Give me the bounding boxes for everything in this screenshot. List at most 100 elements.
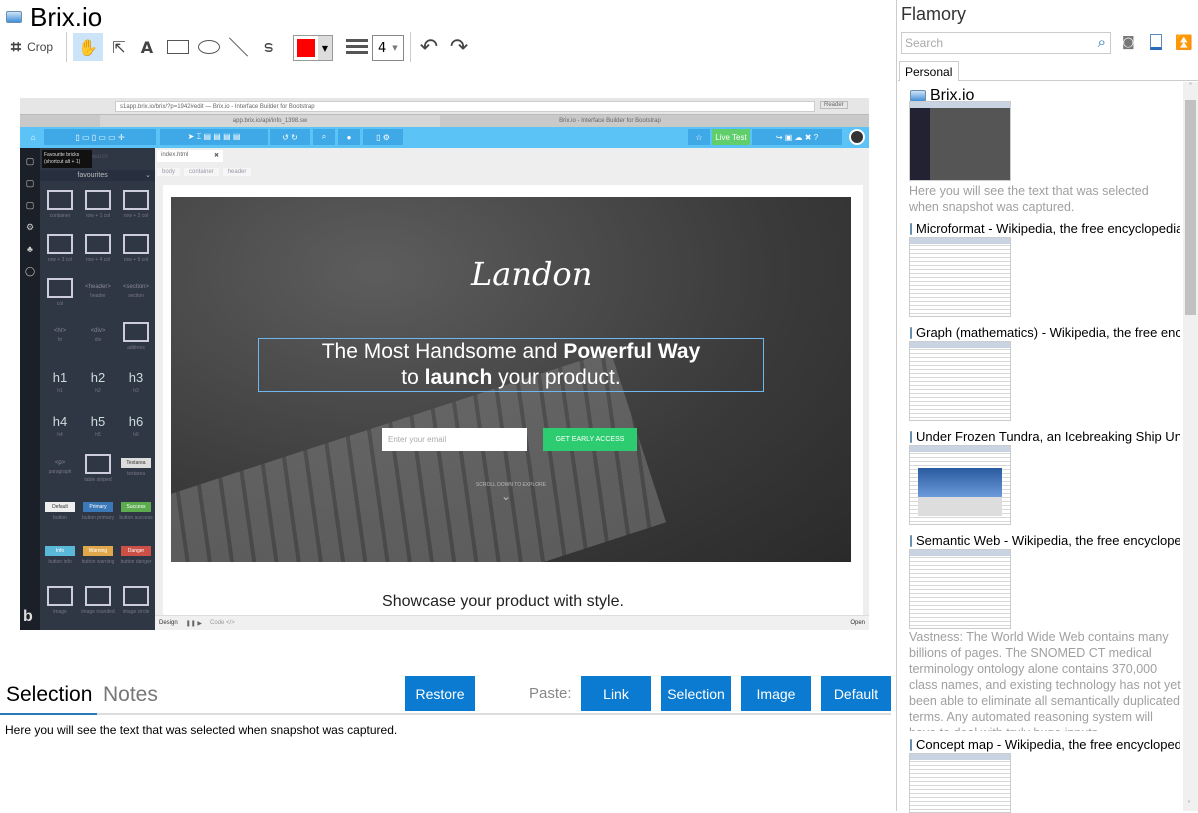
scrollbar[interactable]: ˄ ˅ xyxy=(1183,82,1198,811)
brick-item: image circle xyxy=(117,584,155,615)
brick-item: <p> paragraph xyxy=(48,460,72,475)
redo-icon: ↷ xyxy=(449,34,469,60)
snapshot-item-title[interactable]: Under Frozen Tundra, an Icebreaking Ship… xyxy=(910,429,1180,444)
scroll-hint: SCROLL DOWN TO EXPLORE xyxy=(475,482,547,488)
selection-text: Here you will see the text that was sele… xyxy=(5,723,398,737)
brick-item: <hr> hr xyxy=(53,328,67,343)
bricks-panel: alt+search Favourite bricks (shortcut al… xyxy=(40,148,155,630)
scroll-down-icon[interactable]: ˅ xyxy=(1187,800,1191,809)
hand-icon: ✋ xyxy=(78,37,98,57)
comment-icon: ● xyxy=(338,129,360,145)
search-icon[interactable]: ⌕ xyxy=(1098,33,1106,51)
chevron-down-icon: ▼ xyxy=(318,36,332,60)
ellipse-icon xyxy=(198,40,220,54)
tab-selection[interactable]: Selection xyxy=(6,683,92,707)
line-tool[interactable] xyxy=(226,33,250,61)
redo-button[interactable]: ↷ xyxy=(447,33,471,61)
email-field: Enter your email xyxy=(382,428,527,451)
snapshot-item-title[interactable]: Semantic Web - Wikipedia, the free encyc… xyxy=(910,533,1180,548)
snapshot-item-title[interactable]: Graph (mathematics) - Wikipedia, the fre… xyxy=(910,325,1180,340)
pointer-tool[interactable]: ⇱ xyxy=(107,33,131,61)
page-icon xyxy=(910,430,912,443)
ellipse-tool[interactable] xyxy=(195,33,223,61)
tab-underline xyxy=(0,713,891,715)
document-icon[interactable] xyxy=(1150,34,1162,50)
scroll-up-icon[interactable]: ˄ xyxy=(1183,82,1198,91)
app-icon xyxy=(6,11,22,23)
hero-image: Landon The Most Handsome and Powerful Wa… xyxy=(171,197,851,562)
line-width-select[interactable]: 4 ▼ xyxy=(372,35,404,61)
brick-item: row + 3 col xyxy=(41,232,79,263)
snapshot-text: Here you will see the text that was sele… xyxy=(909,184,1149,214)
brick-item: row + 1 col xyxy=(79,188,117,219)
browser-tabs: app.brix.io/api/info_1398.sw Brix.io - I… xyxy=(20,115,869,127)
brix-bottom-bar: Design ❚❚ ▶ Code </> Open xyxy=(155,615,869,630)
search-input[interactable]: Search ⌕ xyxy=(901,32,1111,54)
browser-address-bar: s1app.brix.io/brix/?p=1942#edit — Brix.i… xyxy=(20,98,869,115)
paste-image-button[interactable]: Image xyxy=(741,676,811,711)
actions-group: ↪ ▣ ☁ ✖ ? xyxy=(752,129,842,145)
snapshot-thumbnail[interactable] xyxy=(909,753,1011,813)
undo-button[interactable]: ↶ xyxy=(417,33,441,61)
breadcrumb: body container header xyxy=(157,168,252,176)
divider xyxy=(66,32,67,62)
brick-item: h4 h4 xyxy=(52,414,68,438)
text-tool[interactable]: A xyxy=(135,33,159,61)
snapshot-image: s1app.brix.io/brix/?p=1942#edit — Brix.i… xyxy=(20,98,869,630)
brick-item: row + 2 col xyxy=(117,188,155,219)
zoom-icon: ⌕ xyxy=(313,129,335,145)
snapshot-thumbnail[interactable] xyxy=(909,237,1011,317)
pointer-icon: ⇱ xyxy=(112,37,126,57)
snapshot-thumbnail[interactable] xyxy=(909,341,1011,421)
rectangle-tool[interactable] xyxy=(164,33,192,61)
brick-item: h6 h6 xyxy=(128,414,144,438)
camera-icon[interactable]: ◙ xyxy=(1122,35,1135,50)
brick-item: table striped xyxy=(79,452,117,483)
brick-item: h5 h5 xyxy=(90,414,106,438)
rectangle-icon xyxy=(167,40,189,54)
brick-item: Default button xyxy=(41,496,79,521)
tab-personal[interactable]: Personal xyxy=(899,61,959,81)
hero-headline: The Most Handsome and Powerful Way to la… xyxy=(258,338,764,392)
brick-item: Info button info xyxy=(41,540,79,565)
brick-item: <section> section xyxy=(122,284,150,299)
brick-item: Textarea textarea xyxy=(117,452,155,477)
freehand-tool[interactable]: ട xyxy=(256,33,280,61)
brick-item: col xyxy=(41,276,79,307)
paste-label: Paste: xyxy=(529,685,572,702)
pane-divider[interactable] xyxy=(896,0,897,811)
edit-group: ➤ ⌶ ▤ ▤ ▤ ▤ xyxy=(160,129,268,145)
paste-selection-button[interactable]: Selection xyxy=(661,676,731,711)
collapse-top-icon[interactable]: ⏫ xyxy=(1175,35,1192,51)
page-icon xyxy=(910,222,912,235)
live-test-button: Live Test xyxy=(712,129,750,145)
color-picker[interactable]: ▼ xyxy=(293,35,333,61)
snapshot-thumbnail[interactable] xyxy=(909,101,1011,181)
page-icon xyxy=(910,738,912,751)
page-canvas: Landon The Most Handsome and Powerful Wa… xyxy=(163,185,863,615)
hand-tool[interactable]: ✋ xyxy=(73,33,103,61)
snapshot-item-title[interactable]: Concept map - Wikipedia, the free encycl… xyxy=(910,737,1180,752)
reader-button: Reader xyxy=(820,101,848,109)
snapshot-thumbnail[interactable] xyxy=(909,445,1011,525)
snapshot-item-title[interactable]: Microformat - Wikipedia, the free encycl… xyxy=(910,221,1180,236)
cta-button: GET EARLY ACCESS xyxy=(543,428,637,451)
crop-button[interactable]: ⌗ Crop xyxy=(6,33,58,61)
brick-item: row + 4 col xyxy=(79,232,117,263)
page-icon xyxy=(910,534,912,547)
restore-button[interactable]: Restore xyxy=(405,676,475,711)
scrollbar-thumb[interactable] xyxy=(1185,100,1196,315)
paste-default-button[interactable]: Default xyxy=(821,676,891,711)
brick-item: address xyxy=(117,320,155,351)
brix-icon-rail: ▢ ▢ ▢ ⚙ ♣ ◯ b xyxy=(20,148,40,630)
brix-toolbar: ⌂ ▯ ▭ ▯ ▭ ▭ ✛ ➤ ⌶ ▤ ▤ ▤ ▤ ↺ ↻ ⌕ ● ▯ ⚙ ☆ … xyxy=(20,127,869,148)
brick-item: image rounded xyxy=(79,584,117,615)
brick-item: image xyxy=(41,584,79,615)
text-icon: A xyxy=(140,37,154,57)
undo-icon: ↶ xyxy=(419,34,439,60)
snapshot-thumbnail[interactable] xyxy=(909,549,1011,629)
brick-item: h3 h3 xyxy=(128,370,144,394)
file-tab: index.html ✖ xyxy=(157,150,223,162)
paste-link-button[interactable]: Link xyxy=(581,676,651,711)
tab-notes[interactable]: Notes xyxy=(103,683,158,707)
